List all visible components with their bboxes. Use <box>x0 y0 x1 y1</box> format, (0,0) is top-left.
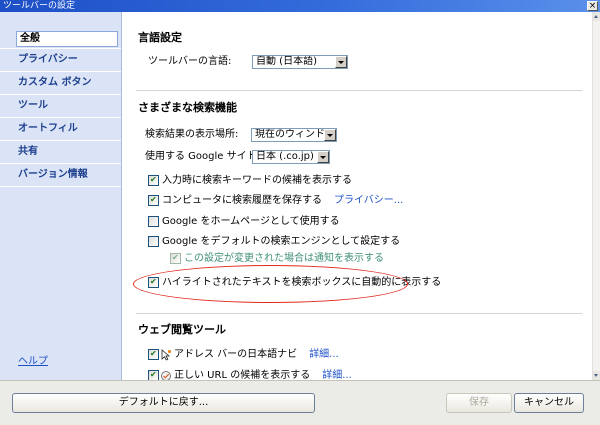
default-search-checkbox[interactable] <box>148 236 159 247</box>
suggest-keywords-label[interactable]: 入力時に検索キーワードの候補を表示する <box>162 175 352 186</box>
address-bar-navi-icon <box>161 349 172 361</box>
privacy-link[interactable]: プライバシー... <box>334 195 403 206</box>
option-row-default-search: Google をデフォルトの検索エンジンとして設定する <box>148 236 400 248</box>
change-notify-checkbox[interactable] <box>170 253 181 264</box>
toolbar-language-label: ツールバーの言語: <box>148 56 232 67</box>
sidebar-item-sharing[interactable]: 共有 <box>0 141 121 164</box>
change-notify-label[interactable]: この設定が変更された場合は通知を表示する <box>184 253 384 264</box>
cancel-button[interactable]: キャンセル <box>514 393 584 413</box>
settings-scrollbar[interactable] <box>592 12 600 380</box>
sidebar-item-version-info[interactable]: バージョン情報 <box>0 164 121 187</box>
sidebar-item-label: 共有 <box>18 146 38 157</box>
option-row-suggest-keywords: 入力時に検索キーワードの候補を表示する <box>148 175 352 187</box>
window-title: ツールバーの設定 <box>3 1 76 11</box>
sidebar-item-autofill[interactable]: オートフィル <box>0 118 121 141</box>
toolbar-language-select[interactable]: 自動 (日本語) <box>252 55 348 69</box>
help-link[interactable]: ヘルプ <box>18 356 48 368</box>
section-divider <box>136 313 582 314</box>
sidebar-item-privacy[interactable]: プライバシー <box>0 49 121 72</box>
chevron-down-icon[interactable] <box>317 151 329 163</box>
save-history-checkbox[interactable] <box>148 195 159 206</box>
sidebar-item-general[interactable]: 全般 <box>0 30 121 49</box>
results-location-value: 現在のウィンドウ <box>255 129 335 140</box>
sidebar-nav: 全般 プライバシー カスタム ボタン ツール オートフィル 共有 バージョン情報… <box>0 12 122 380</box>
option-row-save-history: コンピュータに検索履歴を保存する プライバシー... <box>148 195 403 207</box>
google-site-select[interactable]: 日本 (.co.jp) <box>252 150 330 164</box>
suggest-keywords-checkbox[interactable] <box>148 175 159 186</box>
google-site-label: 使用する Google サイト: <box>145 151 260 162</box>
option-row-homepage: Google をホームページとして使用する <box>148 216 340 228</box>
scroll-up-arrow-icon[interactable] <box>593 12 600 21</box>
sidebar-item-label: プライバシー <box>18 54 78 65</box>
chevron-down-icon[interactable] <box>335 56 347 68</box>
sidebar-item-label: カスタム ボタン <box>18 77 92 88</box>
reset-defaults-button[interactable]: デフォルトに戻す... <box>12 393 315 413</box>
address-bar-navi-details-link[interactable]: 詳細... <box>309 349 339 360</box>
search-section-heading: さまざまな検索機能 <box>138 101 237 114</box>
option-row-address-bar-navi: アドレス バーの日本語ナビ 詳細... <box>148 349 339 361</box>
sidebar-item-label: バージョン情報 <box>18 169 88 180</box>
language-section-heading: 言語設定 <box>138 31 182 44</box>
sidebar-item-custom-buttons[interactable]: カスタム ボタン <box>0 72 121 95</box>
homepage-label[interactable]: Google をホームページとして使用する <box>162 216 340 227</box>
google-site-value: 日本 (.co.jp) <box>256 151 314 162</box>
sidebar-item-tools[interactable]: ツール <box>0 95 121 118</box>
scroll-down-arrow-icon[interactable] <box>593 371 600 380</box>
url-suggest-checkbox[interactable] <box>148 370 159 380</box>
url-suggest-label[interactable]: 正しい URL の候補を表示する <box>174 370 310 380</box>
sidebar-item-label: 全般 <box>16 31 118 47</box>
option-row-change-notify: この設定が変更された場合は通知を表示する <box>170 253 384 265</box>
toolbar-language-value: 自動 (日本語) <box>256 56 317 67</box>
default-search-label[interactable]: Google をデフォルトの検索エンジンとして設定する <box>162 236 400 247</box>
address-bar-navi-checkbox[interactable] <box>148 349 159 360</box>
browsing-section-heading: ウェブ閲覧ツール <box>138 323 226 336</box>
highlight-ellipse <box>133 265 408 303</box>
settings-panel: 言語設定 ツールバーの言語: 自動 (日本語) さまざまな検索機能 検索結果の表… <box>122 12 592 380</box>
sidebar-item-label: オートフィル <box>18 123 78 134</box>
save-button[interactable]: 保存 <box>446 393 512 413</box>
save-history-label[interactable]: コンピュータに検索履歴を保存する <box>162 195 322 206</box>
homepage-checkbox[interactable] <box>148 216 159 227</box>
url-suggest-details-link[interactable]: 詳細... <box>322 370 352 380</box>
option-row-url-suggest: 正しい URL の候補を表示する 詳細... <box>148 370 352 380</box>
results-location-select[interactable]: 現在のウィンドウ <box>251 128 337 142</box>
address-bar-navi-label[interactable]: アドレス バーの日本語ナビ <box>174 349 297 360</box>
sidebar-item-label: ツール <box>18 100 48 111</box>
chevron-down-icon[interactable] <box>324 129 336 141</box>
close-icon[interactable]: × <box>587 1 598 11</box>
url-suggest-icon <box>161 371 171 380</box>
section-divider <box>136 90 582 91</box>
results-location-label: 検索結果の表示場所: <box>145 129 239 140</box>
title-bar: ツールバーの設定 × <box>0 0 600 12</box>
